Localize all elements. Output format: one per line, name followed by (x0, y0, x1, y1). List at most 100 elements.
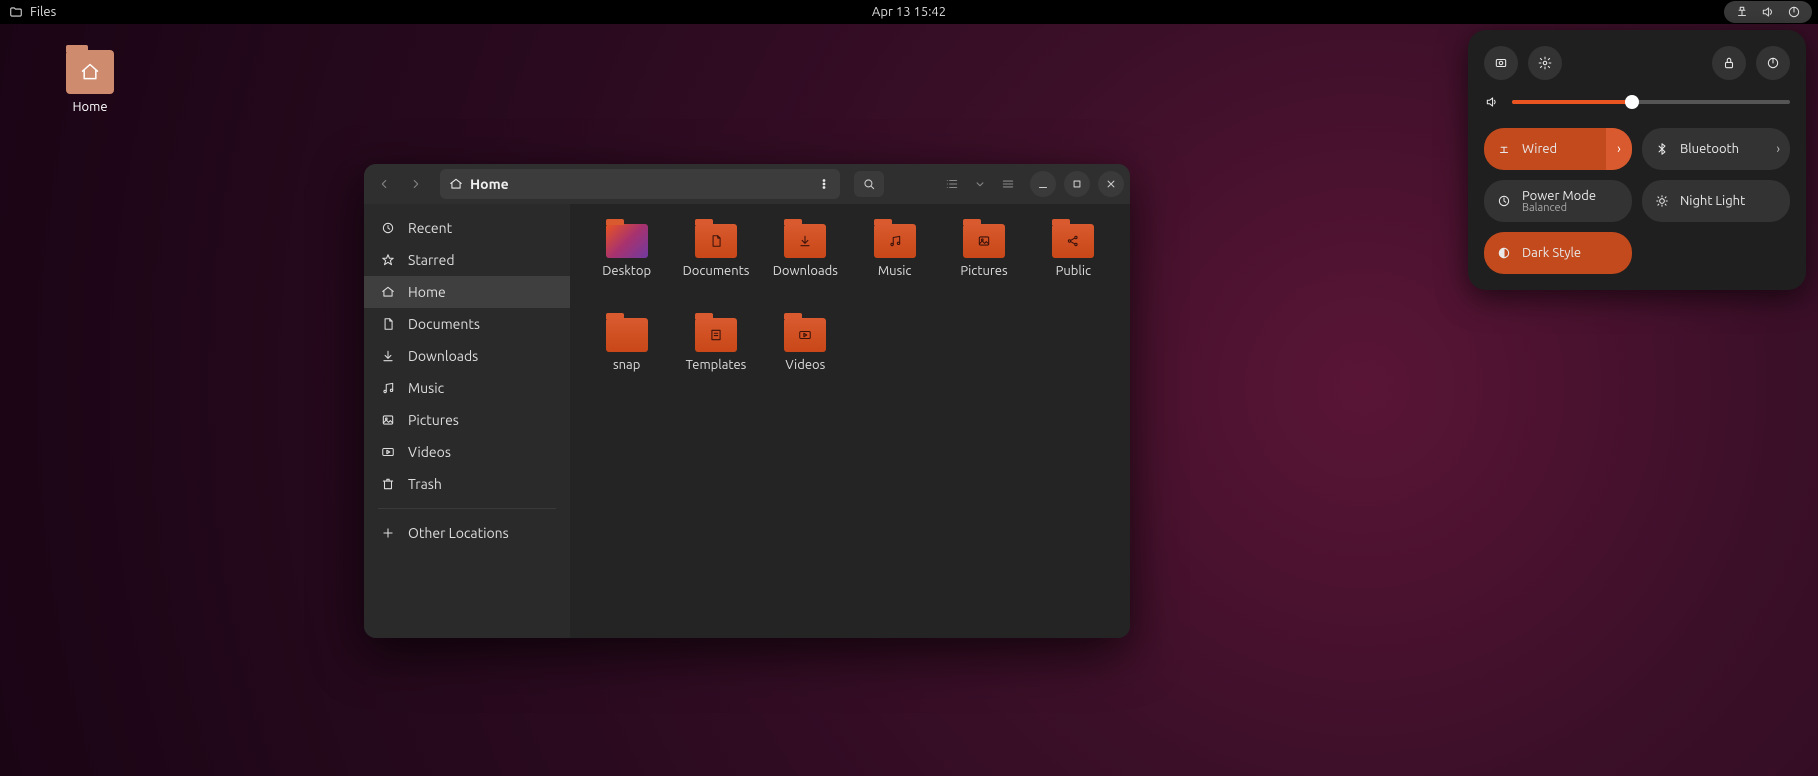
download-icon (380, 348, 396, 364)
path-bar[interactable]: Home (440, 169, 840, 199)
nav-forward-button[interactable] (402, 170, 430, 198)
speaker-icon (1484, 94, 1500, 110)
screenshot-button[interactable] (1484, 46, 1518, 80)
nav-back-button[interactable] (370, 170, 398, 198)
folder-videos[interactable]: Videos (763, 318, 848, 398)
sidebar-item-pictures[interactable]: Pictures (364, 404, 570, 436)
sidebar-item-videos[interactable]: Videos (364, 436, 570, 468)
trash-icon (380, 476, 396, 492)
sidebar-item-label: Music (408, 380, 444, 396)
sidebar-other-locations[interactable]: Other Locations (364, 517, 570, 549)
desktop-home-icon[interactable]: Home (60, 50, 120, 114)
path-label: Home (470, 176, 509, 192)
folder-pictures[interactable]: Pictures (941, 224, 1026, 304)
folder-label: Public (1056, 264, 1091, 278)
power-mode-icon (1496, 193, 1512, 209)
network-icon (1734, 4, 1750, 20)
datetime-label: Apr 13 15:42 (872, 5, 946, 19)
files-window: Home Recent Starred Home Documents Downloads… (364, 164, 1130, 638)
sidebar-item-downloads[interactable]: Downloads (364, 340, 570, 372)
topbar-tray[interactable] (1724, 1, 1818, 23)
folder-label: Videos (785, 358, 825, 372)
clock-icon (380, 220, 396, 236)
folder-label: Desktop (602, 264, 651, 278)
folder-label: Downloads (773, 264, 838, 278)
volume-row (1484, 94, 1790, 110)
path-menu-icon[interactable] (816, 176, 832, 192)
volume-slider[interactable] (1512, 100, 1790, 104)
bluetooth-tile[interactable]: Bluetooth › (1642, 128, 1790, 170)
folder-label: Templates (686, 358, 747, 372)
sidebar-item-label: Home (408, 284, 446, 300)
folder-downloads[interactable]: Downloads (763, 224, 848, 304)
video-icon (380, 444, 396, 460)
folder-music[interactable]: Music (852, 224, 937, 304)
home-icon (448, 176, 464, 192)
folder-snap[interactable]: snap (584, 318, 669, 398)
music-icon (380, 380, 396, 396)
sidebar-item-label: Videos (408, 444, 451, 460)
top-bar: Files Apr 13 15:42 (0, 0, 1818, 24)
dark-style-icon (1496, 245, 1512, 261)
folder-grid: Desktop Documents Downloads Music Pictures Pu… (570, 204, 1130, 638)
sidebar-item-label: Trash (408, 476, 442, 492)
settings-button[interactable] (1528, 46, 1562, 80)
home-folder-icon (66, 50, 114, 94)
window-close-button[interactable] (1098, 171, 1124, 197)
sidebar-item-music[interactable]: Music (364, 372, 570, 404)
sidebar-item-label: Recent (408, 220, 452, 236)
sidebar-item-home[interactable]: Home (364, 276, 570, 308)
quick-settings-panel: Wired › Bluetooth › Power Mode Balanced … (1468, 30, 1806, 290)
home-icon (380, 284, 396, 300)
power-button[interactable] (1756, 46, 1790, 80)
sidebar-item-label: Documents (408, 316, 480, 332)
folder-icon (784, 318, 826, 352)
plus-icon (380, 525, 396, 541)
wired-label: Wired (1522, 142, 1557, 156)
folder-icon (606, 318, 648, 352)
folder-label: snap (613, 358, 640, 372)
folder-desktop[interactable]: Desktop (584, 224, 669, 304)
power-mode-sub: Balanced (1522, 202, 1596, 214)
wired-icon (1496, 141, 1512, 157)
power-mode-tile[interactable]: Power Mode Balanced (1484, 180, 1632, 222)
folder-templates[interactable]: Templates (673, 318, 758, 398)
topbar-app[interactable]: Files (8, 4, 56, 20)
folder-icon (606, 224, 648, 258)
volume-icon (1760, 4, 1776, 20)
power-icon (1786, 4, 1802, 20)
star-icon (380, 252, 396, 268)
chevron-right-icon[interactable]: › (1606, 128, 1632, 170)
search-button[interactable] (854, 171, 884, 197)
window-minimize-button[interactable] (1030, 171, 1056, 197)
chevron-right-icon[interactable]: › (1776, 142, 1780, 156)
sidebar-item-trash[interactable]: Trash (364, 468, 570, 500)
sidebar-item-label: Pictures (408, 412, 459, 428)
night-light-label: Night Light (1680, 194, 1745, 208)
other-locations-label: Other Locations (408, 525, 509, 541)
wired-tile[interactable]: Wired › (1484, 128, 1632, 170)
folder-icon (784, 224, 826, 258)
sidebar-item-label: Downloads (408, 348, 478, 364)
topbar-clock[interactable]: Apr 13 15:42 (872, 5, 946, 19)
view-list-button[interactable] (938, 170, 966, 198)
window-maximize-button[interactable] (1064, 171, 1090, 197)
sidebar-item-starred[interactable]: Starred (364, 244, 570, 276)
folder-label: Documents (683, 264, 750, 278)
folder-icon (8, 4, 24, 20)
folder-icon (1052, 224, 1094, 258)
lock-button[interactable] (1712, 46, 1746, 80)
hamburger-menu-button[interactable] (994, 170, 1022, 198)
folder-documents[interactable]: Documents (673, 224, 758, 304)
night-light-tile[interactable]: Night Light (1642, 180, 1790, 222)
image-icon (380, 412, 396, 428)
sidebar-item-documents[interactable]: Documents (364, 308, 570, 340)
sidebar-item-recent[interactable]: Recent (364, 212, 570, 244)
files-headerbar: Home (364, 164, 1130, 204)
folder-public[interactable]: Public (1031, 224, 1116, 304)
folder-label: Pictures (960, 264, 1007, 278)
dark-style-tile[interactable]: Dark Style (1484, 232, 1632, 274)
power-mode-label: Power Mode (1522, 189, 1596, 203)
doc-icon (380, 316, 396, 332)
view-dropdown-button[interactable] (970, 170, 990, 198)
